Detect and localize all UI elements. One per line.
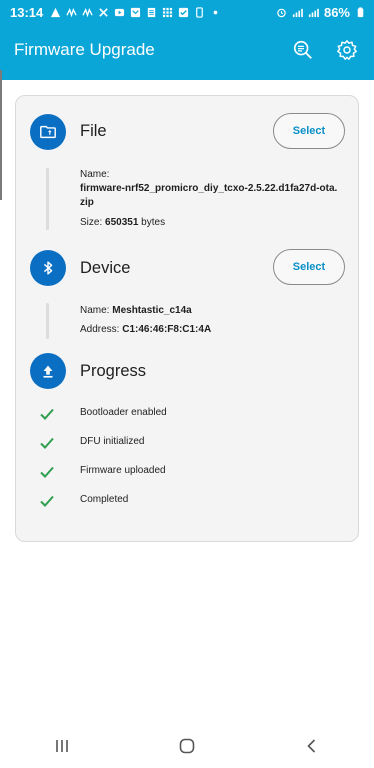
- checkbox-icon: [178, 7, 189, 18]
- battery-percentage: 86%: [323, 4, 350, 20]
- firmware-card: File Select Name: firmware-nrf52_promicr…: [15, 95, 359, 542]
- check-icon: [38, 405, 56, 423]
- back-icon[interactable]: [292, 726, 332, 766]
- youtube-icon: [114, 7, 125, 18]
- progress-section-title: Progress: [80, 362, 147, 380]
- step-label: Completed: [80, 494, 129, 505]
- battery-icon: [355, 6, 366, 18]
- file-size-unit: bytes: [141, 217, 166, 228]
- check-icon: [38, 434, 56, 452]
- app-bar: Firmware Upgrade: [0, 28, 374, 72]
- mail-icon: [130, 7, 141, 18]
- page-title: Firmware Upgrade: [14, 40, 155, 59]
- signal-wave-icon: [66, 7, 77, 18]
- select-file-button[interactable]: Select: [273, 113, 345, 149]
- device-name-value: Meshtastic_c14a: [112, 305, 192, 316]
- device-address-label: Address:: [80, 324, 120, 335]
- system-nav-bar: [0, 724, 374, 768]
- select-device-button[interactable]: Select: [273, 249, 345, 285]
- alarm-icon: [276, 7, 287, 18]
- file-name-value-line1: firmware-nrf52_promicro_diy_tcxo-2.5.22.…: [80, 183, 338, 194]
- x-logo-icon: [98, 7, 109, 18]
- file-section-connector: [46, 168, 49, 230]
- device-section-connector: [46, 303, 49, 339]
- wifi-signal-icon: [292, 7, 303, 18]
- search-list-icon[interactable]: [290, 37, 316, 63]
- document-icon: [146, 7, 157, 18]
- step-label: Bootloader enabled: [80, 407, 167, 418]
- file-size: Size: 650351 bytes: [80, 216, 165, 230]
- status-time: 13:14: [10, 4, 44, 20]
- device-address: Address: C1:46:46:F8:C1:4A: [80, 323, 211, 337]
- file-size-value: 650351: [105, 217, 139, 228]
- top-bar: 13:14 86% Firmware Upgrade: [0, 0, 374, 80]
- step-label: DFU initialized: [80, 436, 145, 447]
- check-icon: [38, 463, 56, 481]
- recent-apps-icon[interactable]: [42, 726, 82, 766]
- signal-wave-icon: [82, 7, 93, 18]
- settings-icon[interactable]: [334, 37, 360, 63]
- home-icon[interactable]: [167, 726, 207, 766]
- status-bar: 13:14 86%: [0, 0, 374, 24]
- cell-signal-icon: [308, 7, 319, 18]
- grid-icon: [162, 7, 173, 18]
- dot-icon: [210, 7, 221, 18]
- device-section-title: Device: [80, 259, 131, 277]
- file-name-value-line2: zip: [80, 197, 94, 208]
- phone-icon: [194, 6, 205, 18]
- step-label: Firmware uploaded: [80, 465, 166, 476]
- check-icon: [38, 492, 56, 510]
- upload-icon: [30, 353, 66, 389]
- file-size-label: Size:: [80, 217, 103, 228]
- file-section-title: File: [80, 122, 107, 140]
- device-name-label: Name:: [80, 305, 110, 316]
- file-name-label: Name:: [80, 169, 110, 180]
- bluetooth-icon: [30, 250, 66, 286]
- scroll-edge-indicator: [0, 70, 2, 200]
- folder-icon: [30, 114, 66, 150]
- alert-icon: [50, 7, 61, 18]
- device-name: Name: Meshtastic_c14a: [80, 304, 192, 318]
- device-address-value: C1:46:46:F8:C1:4A: [122, 324, 212, 335]
